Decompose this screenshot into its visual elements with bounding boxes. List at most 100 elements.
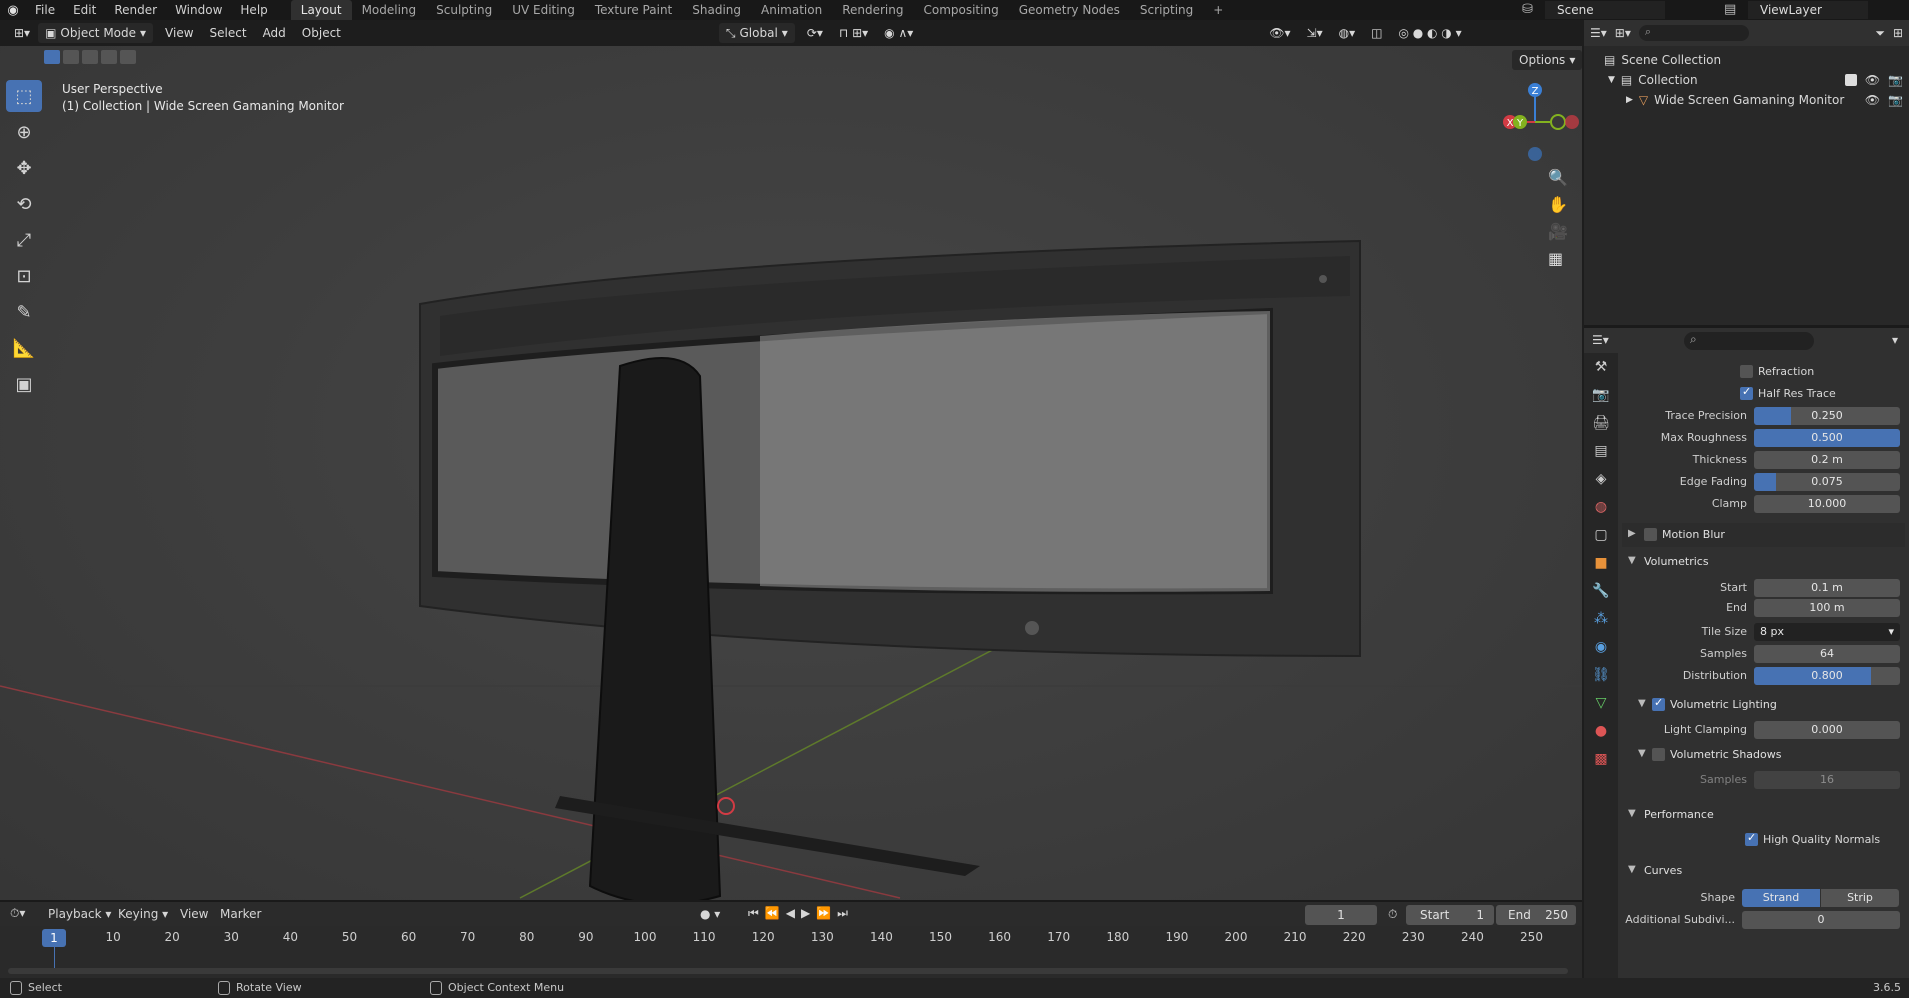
scene-selector[interactable]: Scene xyxy=(1545,1,1665,19)
clamp-field[interactable]: 10.000 xyxy=(1754,495,1900,513)
select-difference-icon[interactable] xyxy=(101,50,117,64)
transform-icon[interactable]: ⊡ xyxy=(6,260,42,292)
current-frame-field[interactable]: 1 xyxy=(1305,905,1377,925)
tab-uv-editing[interactable]: UV Editing xyxy=(502,0,585,20)
options-button[interactable]: Options ▾ xyxy=(1512,50,1583,70)
volumetric-shadows-checkbox[interactable] xyxy=(1652,748,1665,761)
tab-texture-paint[interactable]: Texture Paint xyxy=(585,0,682,20)
editor-type-icon[interactable]: ☰▾ xyxy=(1592,333,1609,347)
orientation-selector[interactable]: ⤡ Global ▾ xyxy=(718,23,795,43)
editor-type-icon[interactable]: ⊞▾ xyxy=(6,23,38,43)
select-new-icon[interactable] xyxy=(44,50,60,64)
trace-precision-slider[interactable]: 0.250 xyxy=(1754,407,1900,425)
navigation-gizmo[interactable]: Z X Y xyxy=(1490,80,1580,170)
select-box-icon[interactable]: ⬚ xyxy=(6,80,42,112)
motion-blur-checkbox[interactable] xyxy=(1644,528,1657,541)
shape-strip-button[interactable]: Strip xyxy=(1821,889,1899,907)
display-mode-icon[interactable]: ☰▾ xyxy=(1590,26,1607,40)
outliner-object[interactable]: ▶ ▽ Wide Screen Gamaning Monitor 👁 📷 xyxy=(1604,90,1909,110)
start-frame-field[interactable]: Start 1 xyxy=(1406,905,1494,925)
select-subtract-icon[interactable] xyxy=(82,50,98,64)
refraction-checkbox[interactable] xyxy=(1740,365,1753,378)
tab-rendering[interactable]: Rendering xyxy=(832,0,913,20)
menu-keying[interactable]: Keying ▾ xyxy=(118,907,168,921)
new-collection-icon[interactable]: ⊞ xyxy=(1893,26,1903,40)
ortho-grid-icon[interactable]: ▦ xyxy=(1548,249,1568,268)
volumetric-lighting-checkbox[interactable] xyxy=(1652,696,1665,711)
blender-logo-icon[interactable]: ◉ xyxy=(0,0,26,20)
world-tab-icon[interactable]: ◍ xyxy=(1586,493,1616,521)
samples-field[interactable]: 64 xyxy=(1754,645,1900,663)
particles-tab-icon[interactable]: ⁂ xyxy=(1586,605,1616,633)
select-extend-icon[interactable] xyxy=(63,50,79,64)
tab-compositing[interactable]: Compositing xyxy=(913,0,1008,20)
thickness-field[interactable]: 0.2 m xyxy=(1754,451,1900,469)
filter-icon[interactable]: ⊞▾ xyxy=(1615,26,1631,40)
max-roughness-slider[interactable]: 0.500 xyxy=(1754,429,1900,447)
exclude-checkbox-icon[interactable] xyxy=(1844,74,1857,86)
view-layer-selector[interactable]: ViewLayer xyxy=(1748,1,1868,19)
performance-section[interactable]: ▼ Performance xyxy=(1622,803,1905,827)
output-tab-icon[interactable]: 🖨 xyxy=(1586,409,1616,437)
view-layer-icon[interactable]: ▤ xyxy=(1724,2,1736,17)
object-tab-icon[interactable]: ■ xyxy=(1586,549,1616,577)
add-cube-icon[interactable]: ▣ xyxy=(6,368,42,400)
timeline-track[interactable]: 10 20 30 40 50 60 70 80 90 100 110 120 130 140 150 160 1… xyxy=(0,926,1582,978)
tab-sculpting[interactable]: Sculpting xyxy=(426,0,502,20)
chevron-down-icon[interactable]: ▾ xyxy=(1892,333,1898,347)
shading-mode-icons[interactable]: ◎ ● ◐ ◑ ▾ xyxy=(1390,23,1469,43)
curves-section[interactable]: ▼ Curves xyxy=(1622,859,1905,883)
menu-view[interactable]: View xyxy=(157,23,201,43)
menu-render[interactable]: Render xyxy=(105,0,166,20)
chevron-right-icon[interactable]: ▶ xyxy=(1626,95,1633,105)
volumetric-lighting-section[interactable]: ▼ Volumetric Lighting xyxy=(1622,693,1905,717)
render-camera-icon[interactable]: 📷 xyxy=(1888,93,1903,107)
half-res-trace-checkbox[interactable] xyxy=(1740,385,1753,400)
volumetrics-section[interactable]: ▼ Volumetrics xyxy=(1622,550,1905,574)
outliner-scene-collection[interactable]: ▤ Scene Collection xyxy=(1604,50,1909,70)
shape-strand-button[interactable]: Strand xyxy=(1742,889,1820,907)
menu-playback[interactable]: Playback ▾ xyxy=(48,907,111,921)
light-clamping-field[interactable]: 0.000 xyxy=(1754,721,1900,739)
tab-geometry-nodes[interactable]: Geometry Nodes xyxy=(1009,0,1130,20)
end-frame-field[interactable]: End 250 xyxy=(1496,905,1576,925)
scene-icon[interactable]: ⛁ xyxy=(1522,2,1533,17)
funnel-icon[interactable]: ⏷ xyxy=(1875,26,1885,41)
eye-icon[interactable]: 👁 xyxy=(1865,93,1880,107)
playback-controls-icon[interactable]: ⏮⏪◀▶⏩⏭ xyxy=(748,906,854,921)
record-icon[interactable]: ● ▾ xyxy=(700,907,720,921)
chevron-down-icon[interactable]: ▼ xyxy=(1608,75,1615,85)
editor-type-icon[interactable]: ⏱▾ xyxy=(10,906,25,921)
vol-end-field[interactable]: 100 m xyxy=(1754,599,1900,617)
tab-scripting[interactable]: Scripting xyxy=(1130,0,1203,20)
mode-selector[interactable]: ▣ Object Mode ▾ xyxy=(38,23,154,43)
render-camera-icon[interactable]: 📷 xyxy=(1888,73,1903,87)
playhead[interactable]: 1 xyxy=(42,929,66,947)
additional-subdiv-field[interactable]: 0 xyxy=(1742,911,1900,929)
data-tab-icon[interactable]: ▽ xyxy=(1586,689,1616,717)
render-tab-icon[interactable]: 📷 xyxy=(1586,381,1616,409)
menu-help[interactable]: Help xyxy=(231,0,276,20)
menu-file[interactable]: File xyxy=(26,0,64,20)
tab-shading[interactable]: Shading xyxy=(682,0,751,20)
gizmo-toggle-icon[interactable]: ⇲▾ xyxy=(1299,23,1331,43)
distribution-slider[interactable]: 0.800 xyxy=(1754,667,1900,685)
scene-tab-icon[interactable]: ◈ xyxy=(1586,465,1616,493)
rotate-icon[interactable]: ⟲ xyxy=(6,188,42,220)
tab-animation[interactable]: Animation xyxy=(751,0,832,20)
select-intersect-icon[interactable] xyxy=(120,50,136,64)
proportional-edit-icon[interactable]: ◉ ∧▾ xyxy=(876,23,921,43)
edge-fading-slider[interactable]: 0.075 xyxy=(1754,473,1900,491)
scale-icon[interactable]: ⤢ xyxy=(6,224,42,256)
constraints-tab-icon[interactable]: ⛓ xyxy=(1586,661,1616,689)
menu-object[interactable]: Object xyxy=(294,23,349,43)
outliner-search-input[interactable]: ⌕ xyxy=(1638,25,1749,41)
zoom-icon[interactable]: 🔍 xyxy=(1548,168,1568,187)
eye-icon[interactable]: 👁 xyxy=(1865,73,1880,87)
pan-hand-icon[interactable]: ✋ xyxy=(1548,195,1568,214)
collection-tab-icon[interactable]: ▢ xyxy=(1586,521,1616,549)
menu-select[interactable]: Select xyxy=(202,23,255,43)
menu-marker[interactable]: Marker xyxy=(220,907,261,921)
material-tab-icon[interactable]: ● xyxy=(1586,717,1616,745)
annotate-icon[interactable]: ✎ xyxy=(6,296,42,328)
